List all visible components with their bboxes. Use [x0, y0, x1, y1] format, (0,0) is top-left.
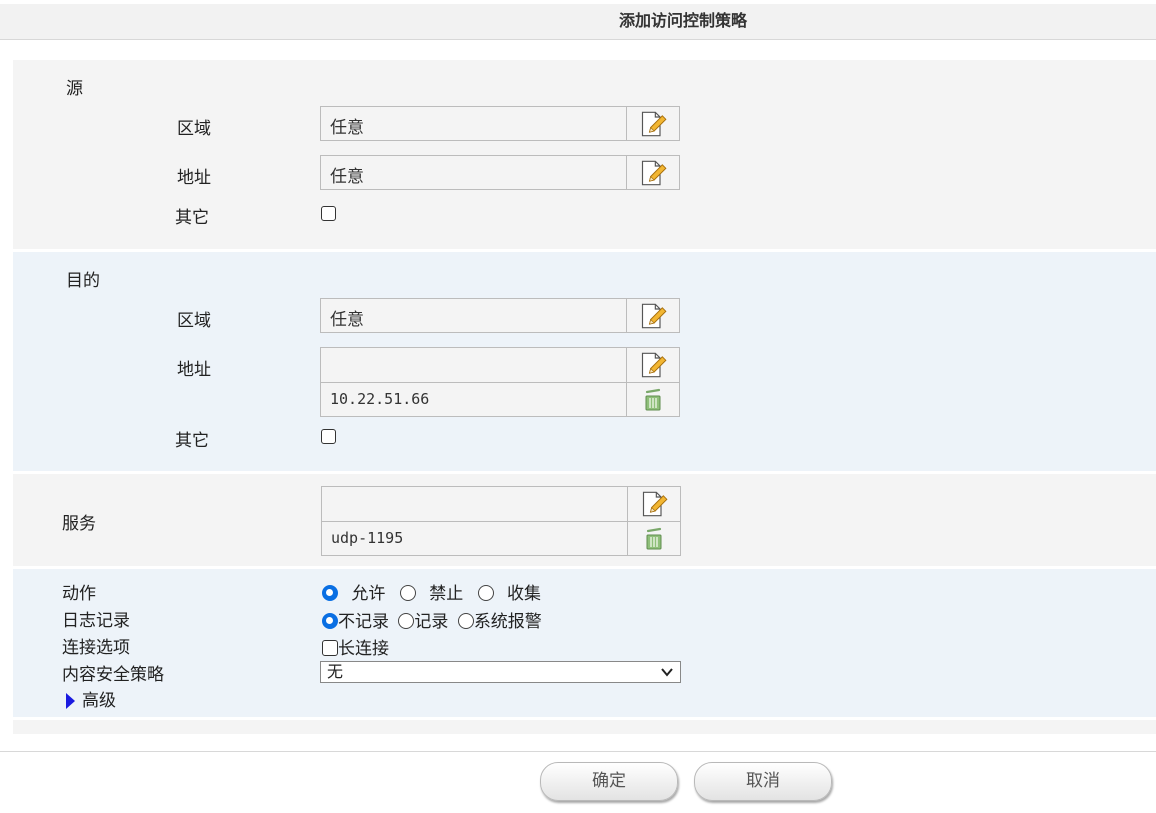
destination-other-label: 其它	[175, 431, 209, 451]
content-policy-value: 无	[327, 662, 344, 681]
content-policy-select[interactable]: 无	[320, 661, 681, 683]
source-zone-field: 任意	[320, 106, 680, 141]
action-allow-label: 允许	[351, 584, 386, 604]
action-collect-radio[interactable]	[477, 585, 494, 601]
ok-button[interactable]: 确定	[540, 762, 678, 801]
destination-address-label: 地址	[177, 360, 211, 380]
edit-icon	[639, 351, 667, 379]
connection-option: 长连接	[322, 634, 389, 659]
destination-other-checkbox[interactable]	[321, 429, 336, 444]
edit-icon	[640, 490, 668, 518]
destination-address-field: 10.22.51.66	[320, 347, 680, 417]
service-heading: 服务	[62, 514, 96, 534]
destination-heading: 目的	[66, 271, 100, 291]
destination-address-delete-button[interactable]	[626, 382, 679, 417]
logging-alarm-label: 系统报警	[473, 612, 542, 632]
advanced-label: 高级	[82, 691, 116, 711]
action-allow-radio[interactable]	[322, 585, 338, 601]
source-zone-edit-button[interactable]	[626, 107, 679, 140]
logging-record-radio[interactable]	[398, 613, 415, 629]
footer-divider	[0, 751, 1156, 752]
edit-icon	[639, 159, 667, 187]
action-deny-radio[interactable]	[399, 585, 416, 601]
logging-label: 日志记录	[62, 611, 130, 631]
service-delete-button[interactable]	[627, 521, 680, 556]
source-other-checkbox[interactable]	[321, 206, 336, 221]
logging-radio-group: 不记录 记录 系统报警	[322, 607, 542, 632]
source-address-field: 任意	[320, 155, 680, 190]
cancel-button[interactable]: 取消	[694, 762, 832, 801]
action-label: 动作	[62, 584, 96, 604]
edit-icon	[639, 302, 667, 330]
long-connection-checkbox[interactable]	[322, 640, 338, 656]
service-edit-button[interactable]	[627, 487, 680, 521]
source-address-edit-button[interactable]	[626, 156, 679, 189]
source-zone-value: 任意	[330, 118, 364, 138]
service-entry: udp-1195	[331, 529, 404, 547]
trash-icon	[642, 526, 666, 552]
action-collect-label: 收集	[507, 584, 542, 604]
logging-alarm-radio[interactable]	[457, 613, 474, 629]
trash-icon	[641, 387, 665, 413]
logging-record-label: 记录	[414, 612, 449, 632]
destination-zone-label: 区域	[177, 311, 211, 331]
page-title: 添加访问控制策略	[0, 4, 1156, 40]
source-address-value: 任意	[330, 167, 364, 187]
service-field: udp-1195	[321, 486, 681, 556]
destination-zone-value: 任意	[330, 310, 364, 330]
destination-zone-edit-button[interactable]	[626, 299, 679, 332]
action-section	[13, 569, 1156, 717]
long-connection-label: 长连接	[338, 639, 389, 659]
action-deny-label: 禁止	[429, 584, 464, 604]
content-policy-label: 内容安全策略	[62, 665, 164, 685]
connection-label: 连接选项	[62, 638, 130, 658]
source-address-label: 地址	[177, 168, 211, 188]
section-spacer	[13, 720, 1156, 734]
source-zone-label: 区域	[177, 119, 211, 139]
destination-address-edit-button[interactable]	[626, 348, 679, 382]
chevron-down-icon	[661, 668, 673, 677]
expand-arrow-icon	[66, 693, 75, 709]
destination-address-entry: 10.22.51.66	[330, 390, 430, 408]
logging-none-radio[interactable]	[322, 613, 338, 629]
action-radio-group: 允许 禁止 收集	[322, 579, 541, 604]
logging-none-label: 不记录	[338, 612, 389, 632]
edit-icon	[639, 110, 667, 138]
source-other-label: 其它	[175, 208, 209, 228]
source-heading: 源	[66, 79, 83, 99]
advanced-toggle[interactable]: 高级	[66, 686, 116, 711]
destination-zone-field: 任意	[320, 298, 680, 333]
